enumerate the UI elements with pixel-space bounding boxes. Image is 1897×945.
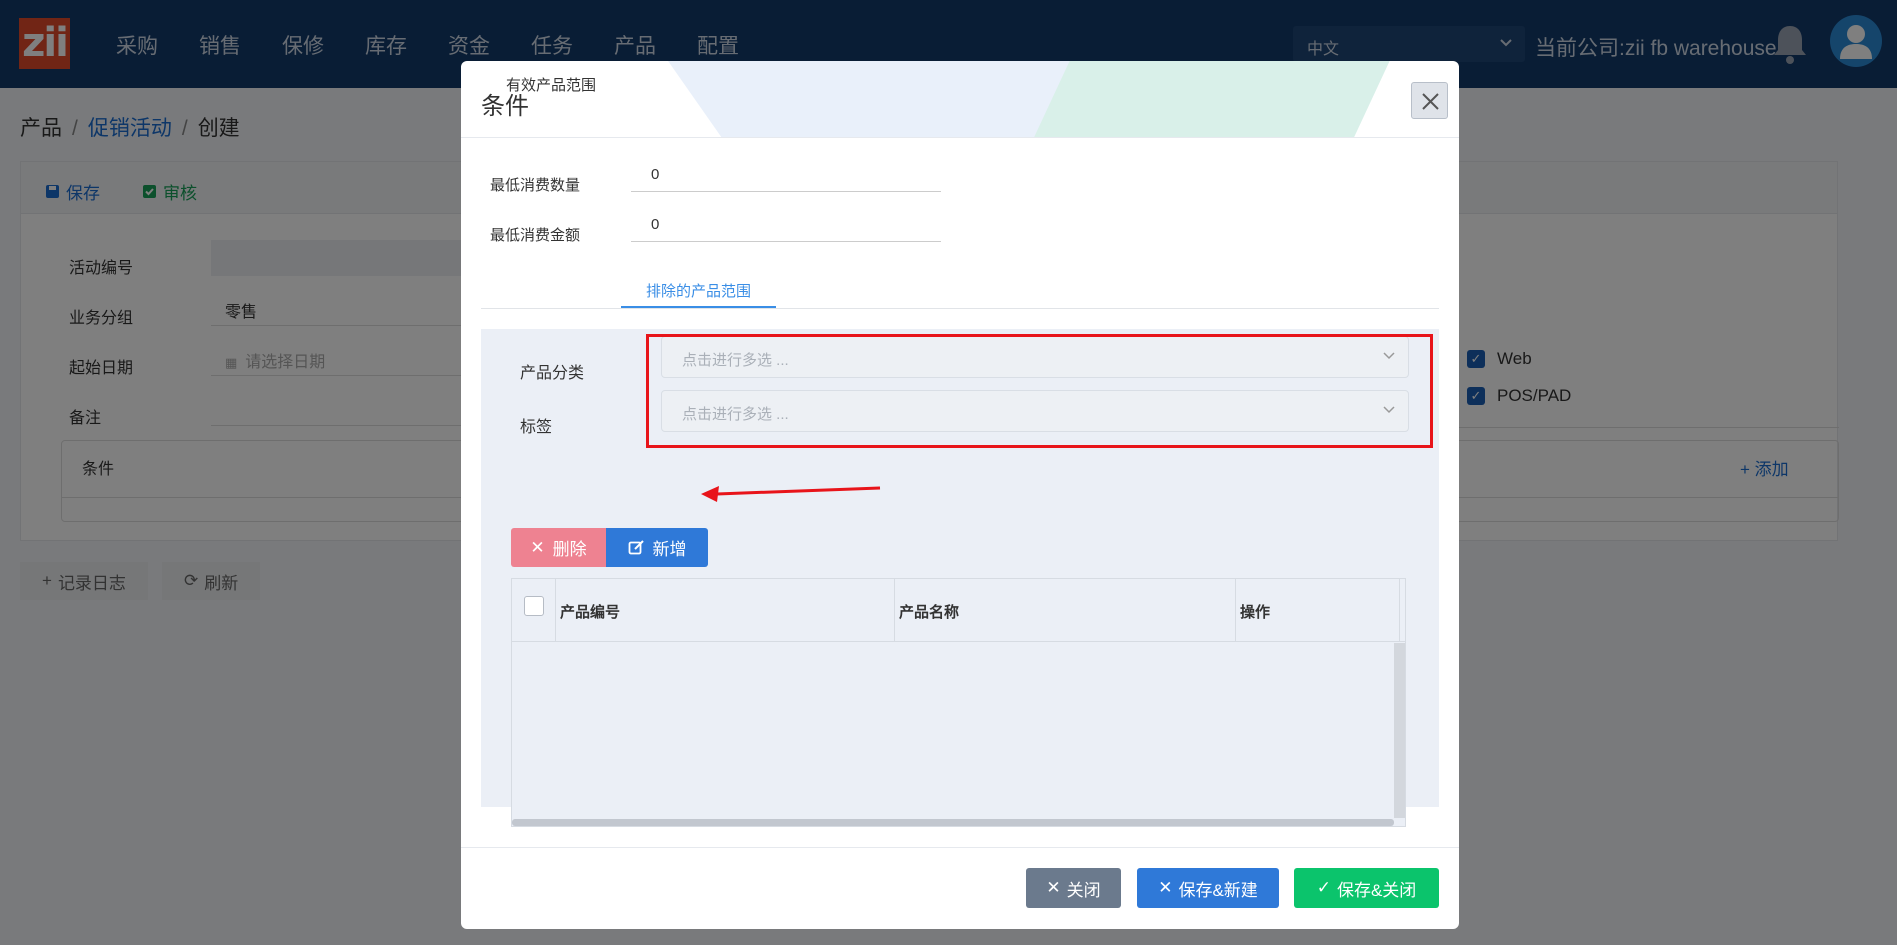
close-icon: ✕ [530,537,545,557]
column-actions[interactable]: 操作 [1236,579,1400,642]
save-close-label: 保存&关闭 [1336,880,1417,900]
min-qty-input[interactable]: 0 [631,158,941,192]
checkbox-icon [524,596,544,616]
close-button[interactable]: ✕ 关闭 [1026,868,1121,908]
min-qty-label: 最低消费数量 [490,177,581,194]
delete-button[interactable]: ✕ 删除 [511,528,606,567]
vertical-scrollbar[interactable] [1394,643,1405,818]
modal-header: 条件 [461,61,1459,138]
conditions-modal: 条件 最低消费数量 0 最低消费金额 0 有效产品范围 排除的产品范围 产品分类… [461,61,1459,929]
min-amount-input[interactable]: 0 [631,208,941,242]
close-icon: ✕ [1046,878,1061,897]
modal-close-button[interactable] [1411,82,1448,119]
tag-label: 标签 [520,419,553,436]
add-product-label: 新增 [652,540,687,559]
column-product-name[interactable]: 产品名称 [895,579,1236,642]
delete-label: 删除 [552,540,587,559]
annotation-arrow-icon [701,486,881,502]
column-product-code[interactable]: 产品编号 [556,579,895,642]
header-select-all[interactable] [512,579,556,642]
close-label: 关闭 [1066,880,1101,900]
tab-underline [481,308,1439,309]
check-icon: ✓ [1316,878,1331,897]
add-product-button[interactable]: 新增 [606,528,708,567]
save-new-button[interactable]: ✕ 保存&新建 [1137,868,1279,908]
category-label: 产品分类 [520,365,585,382]
header-decoration [1033,61,1409,137]
excluded-products-table: 产品编号 产品名称 操作 [511,578,1406,827]
close-icon [1422,93,1439,110]
horizontal-scrollbar[interactable] [512,819,1394,826]
highlight-box [646,334,1433,448]
tab-valid-products[interactable]: 有效产品范围 [506,61,596,103]
save-close-button[interactable]: ✓ 保存&关闭 [1294,868,1439,908]
save-new-label: 保存&新建 [1178,880,1258,900]
min-amount-label: 最低消费金额 [490,227,581,244]
close-icon: ✕ [1158,878,1173,897]
table-header: 产品编号 产品名称 操作 [512,579,1405,642]
edit-icon [628,540,644,555]
tab-excluded-products[interactable]: 排除的产品范围 [621,267,776,309]
